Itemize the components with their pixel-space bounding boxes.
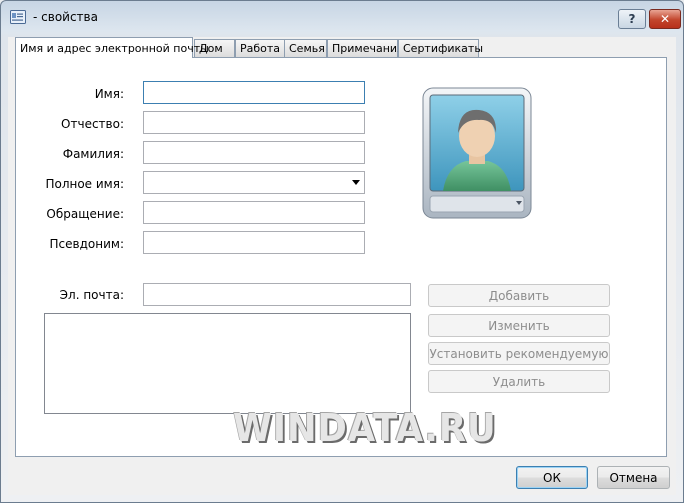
ok-button-label: ОК <box>543 470 561 485</box>
add-email-button[interactable]: Добавить <box>428 284 610 307</box>
tab-family[interactable]: Семья <box>284 39 327 57</box>
email-label: Эл. почта: <box>59 288 124 302</box>
dropdown-arrow-icon[interactable] <box>352 180 360 185</box>
contact-properties-window: - свойства ? ✕ Имя и адрес электронной п… <box>0 0 684 503</box>
set-preferred-email-button[interactable]: Установить рекомендуемую <box>428 342 610 365</box>
tab-label: Имя и адрес электронной почты <box>20 41 209 55</box>
tab-certificates[interactable]: Сертификаты <box>398 39 483 57</box>
edit-email-button-label: Изменить <box>488 318 550 333</box>
tab-label: Сертификаты <box>403 42 484 55</box>
close-icon: ✕ <box>659 12 671 26</box>
window-title: - свойства <box>33 10 98 24</box>
tab-notes[interactable]: Примечания <box>327 39 404 57</box>
last-name-field[interactable] <box>143 141 365 164</box>
middle-name-field[interactable] <box>143 111 365 134</box>
title-label: Обращение: <box>46 207 124 221</box>
help-icon: ? <box>628 12 636 26</box>
title-field[interactable] <box>143 201 365 224</box>
cancel-button-label: Отмена <box>609 470 658 485</box>
tab-name-and-email[interactable]: Имя и адрес электронной почты <box>15 37 209 58</box>
title-bar[interactable]: - свойства ? ✕ <box>1 1 683 35</box>
help-button[interactable]: ? <box>618 9 646 29</box>
nickname-label: Псевдоним: <box>49 237 124 251</box>
full-name-label: Полное имя: <box>45 177 124 191</box>
remove-email-button[interactable]: Удалить <box>428 370 610 393</box>
tab-label: Работа <box>240 42 281 55</box>
middle-name-label: Отчество: <box>61 117 124 131</box>
last-name-label: Фамилия: <box>62 147 124 161</box>
contact-card-icon <box>10 10 26 24</box>
tab-work[interactable]: Работа <box>235 39 285 57</box>
cancel-button[interactable]: Отмена <box>597 466 670 489</box>
nickname-field[interactable] <box>143 231 365 254</box>
set-preferred-button-label: Установить рекомендуемую <box>429 346 609 361</box>
edit-email-button[interactable]: Изменить <box>428 314 610 337</box>
tab-label: Примечания <box>332 42 404 55</box>
close-button[interactable]: ✕ <box>649 9 681 29</box>
email-list[interactable] <box>44 313 411 414</box>
remove-email-button-label: Удалить <box>492 374 546 389</box>
full-name-combobox[interactable] <box>143 171 365 194</box>
first-name-field[interactable] <box>143 81 365 104</box>
tab-label: Семья <box>289 42 325 55</box>
contact-photo[interactable] <box>421 86 533 220</box>
add-email-button-label: Добавить <box>488 288 550 303</box>
email-field[interactable] <box>143 283 411 306</box>
watermark-text: WINDATA.RU <box>233 406 497 450</box>
ok-button[interactable]: ОК <box>516 466 588 489</box>
first-name-label: Имя: <box>94 87 124 101</box>
